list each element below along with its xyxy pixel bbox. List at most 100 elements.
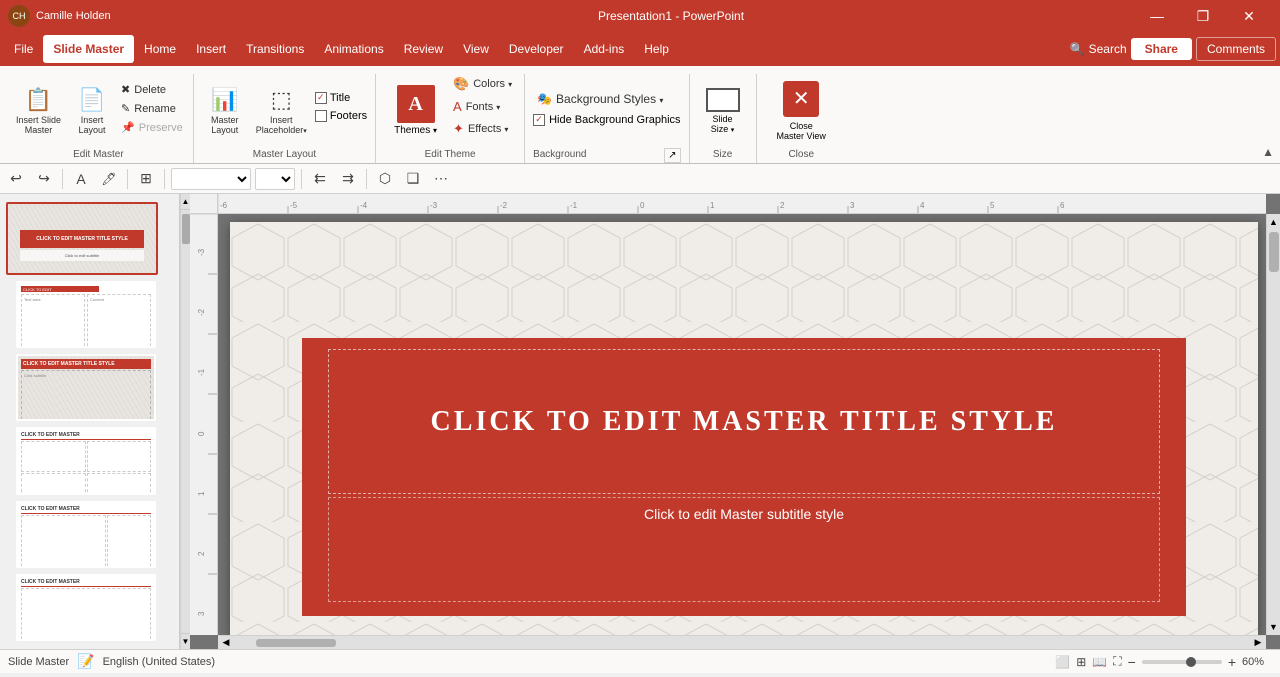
insert-slide-master-button[interactable]: 📋 Insert SlideMaster [10,85,67,137]
hide-background-checkbox[interactable]: ✓ Hide Background Graphics [533,114,680,126]
preserve-button[interactable]: 📌 Preserve [117,119,187,136]
slide-thumb-5[interactable]: CLICK TO EDIT MASTER [16,501,156,568]
menu-item-addins[interactable]: Add-ins [574,35,635,63]
delete-button[interactable]: ✖ Delete [117,81,187,98]
scroll-right-button[interactable]: ▶ [1250,636,1266,650]
scroll-thumb-canvas[interactable] [1269,232,1279,272]
zoom-thumb [1186,657,1196,667]
scroll-thumb-horizontal[interactable] [256,639,336,647]
slide-canvas[interactable]: CLICK TO EDIT MASTER TITLE STYLE Click t… [230,222,1258,637]
menu-item-view[interactable]: View [453,35,499,63]
comments-button[interactable]: Comments [1196,37,1276,61]
slide-thumb-3[interactable]: CLICK TO EDIT MASTER TITLE STYLE Click s… [16,354,156,421]
footers-checkbox[interactable]: Footers [315,110,367,122]
scroll-up-button[interactable]: ▲ [181,194,191,210]
slide-panel-scrollbar[interactable]: ▲ ▼ [180,194,190,649]
search-text[interactable]: Search [1089,42,1127,56]
menu-item-insert[interactable]: Insert [186,35,236,63]
zoom-level: 60% [1242,656,1272,668]
svg-text:-2: -2 [197,308,206,316]
slide-size-button[interactable]: SlideSize ▾ [698,81,748,141]
rename-button[interactable]: ✎ Rename [117,100,187,117]
size-label: Size [698,147,748,163]
colors-button[interactable]: 🎨 Colors ▾ [449,74,516,94]
slide-thumb-2[interactable]: CLICK TO EDIT Text area Content [16,281,156,348]
close-window-button[interactable]: ✕ [1226,0,1272,32]
scroll-left-button[interactable]: ◀ [218,636,234,650]
insert-layout-button[interactable]: 📄 InsertLayout [69,85,115,137]
highlight-button[interactable]: 🖊 [97,167,121,191]
redo-button[interactable]: ↪ [32,167,56,191]
slide-thumb-1[interactable]: CLICK TO EDIT MASTER TITLE STYLE Click t… [6,202,158,275]
scroll-down-button-canvas[interactable]: ▼ [1267,619,1280,635]
menu-item-review[interactable]: Review [394,35,453,63]
scroll-down-button[interactable]: ▼ [181,633,191,649]
canvas-area: -6 -5 -4 -3 -2 -1 0 1 2 3 4 [190,194,1280,649]
slide-thumb-4[interactable]: CLICK TO EDIT MASTER [16,427,156,494]
scroll-up-button-canvas[interactable]: ▲ [1267,214,1280,230]
more-tools-button[interactable]: ⋯ [429,167,453,191]
notes-icon[interactable]: 📝 [77,653,94,670]
toolbar-sep-1 [62,169,63,189]
insert-placeholder-button[interactable]: ⬚ InsertPlaceholder▾ [250,85,313,137]
status-bar: Slide Master 📝 English (United States) ⬜… [0,649,1280,673]
canvas-scrollbar-bottom[interactable]: ◀ ▶ [218,635,1266,649]
svg-text:-1: -1 [197,368,206,376]
close-master-view-button[interactable]: ✕ CloseMaster View [765,76,838,146]
toolbar-sep-4 [301,169,302,189]
view-reading-button[interactable]: 📖 [1092,655,1107,669]
background-expand-icon[interactable]: ↗ [664,148,680,163]
decrease-indent-button[interactable]: ⇇ [308,167,332,191]
shapes-button[interactable]: ⬡ [373,167,397,191]
collapse-ribbon-button[interactable]: ▲ [1262,145,1274,159]
zoom-slider[interactable] [1142,660,1222,664]
edit-theme-label: Edit Theme [384,147,516,163]
view-slide-sorter-button[interactable]: ⊞ [1076,655,1086,669]
scroll-thumb[interactable] [182,214,190,244]
zoom-in-button[interactable]: + [1228,654,1236,670]
restore-button[interactable]: ❐ [1180,0,1226,32]
view-presenter-button[interactable]: ⛶ [1113,654,1121,669]
effects-button[interactable]: ✦ Effects ▾ [449,119,516,139]
slide-red-background: CLICK TO EDIT MASTER TITLE STYLE Click t… [302,338,1186,616]
view-status: Slide Master [8,656,69,668]
menu-item-animations[interactable]: Animations [314,35,393,63]
slide-subtitle-box[interactable]: Click to edit Master subtitle style [328,497,1159,603]
fonts-button[interactable]: A Fonts ▾ [449,97,516,116]
undo-button[interactable]: ↩ [4,167,28,191]
ribbon: 📋 Insert SlideMaster 📄 InsertLayout ✖ De… [0,66,1280,164]
menu-item-developer[interactable]: Developer [499,35,574,63]
fonts-icon: A [453,99,462,114]
master-layout-button[interactable]: 📊 MasterLayout [202,85,248,137]
svg-text:4: 4 [920,201,925,210]
menu-item-transitions[interactable]: Transitions [236,35,314,63]
slide-thumb-6[interactable]: CLICK TO EDIT MASTER [16,574,156,641]
view-normal-button[interactable]: ⬜ [1055,655,1070,669]
svg-text:2: 2 [197,551,206,556]
font-size-select[interactable]: 11 [255,168,295,190]
minimize-button[interactable]: — [1134,0,1180,32]
menu-bar: File Slide Master Home Insert Transition… [0,32,1280,66]
main-area: CLICK TO EDIT MASTER TITLE STYLE Click t… [0,194,1280,649]
svg-text:-6: -6 [220,201,228,210]
themes-button[interactable]: A Themes ▾ [384,76,447,146]
menu-item-file[interactable]: File [4,35,43,63]
svg-text:-5: -5 [290,201,298,210]
menu-item-slide-master[interactable]: Slide Master [43,35,134,63]
slide-title-box[interactable]: CLICK TO EDIT MASTER TITLE STYLE [328,349,1159,494]
title-checkbox[interactable]: ✓ Title [315,92,367,104]
increase-indent-button[interactable]: ⇉ [336,167,360,191]
toolbar-sep-2 [127,169,128,189]
font-color-button[interactable]: A [69,167,93,191]
menu-item-help[interactable]: Help [634,35,679,63]
window-title: Presentation1 - PowerPoint [208,9,1134,23]
layout-button[interactable]: ⊞ [134,167,158,191]
background-styles-button[interactable]: 🎭 Background Styles ▾ [533,90,680,108]
canvas-scrollbar-right[interactable]: ▲ ▼ [1266,214,1280,635]
zoom-out-button[interactable]: − [1128,654,1136,670]
menu-item-home[interactable]: Home [134,35,186,63]
title-bar-left: CH Camille Holden [8,5,208,27]
arrange-button[interactable]: ❑ [401,167,425,191]
share-button[interactable]: Share [1131,38,1192,60]
font-select[interactable]: Calibri [171,168,251,190]
